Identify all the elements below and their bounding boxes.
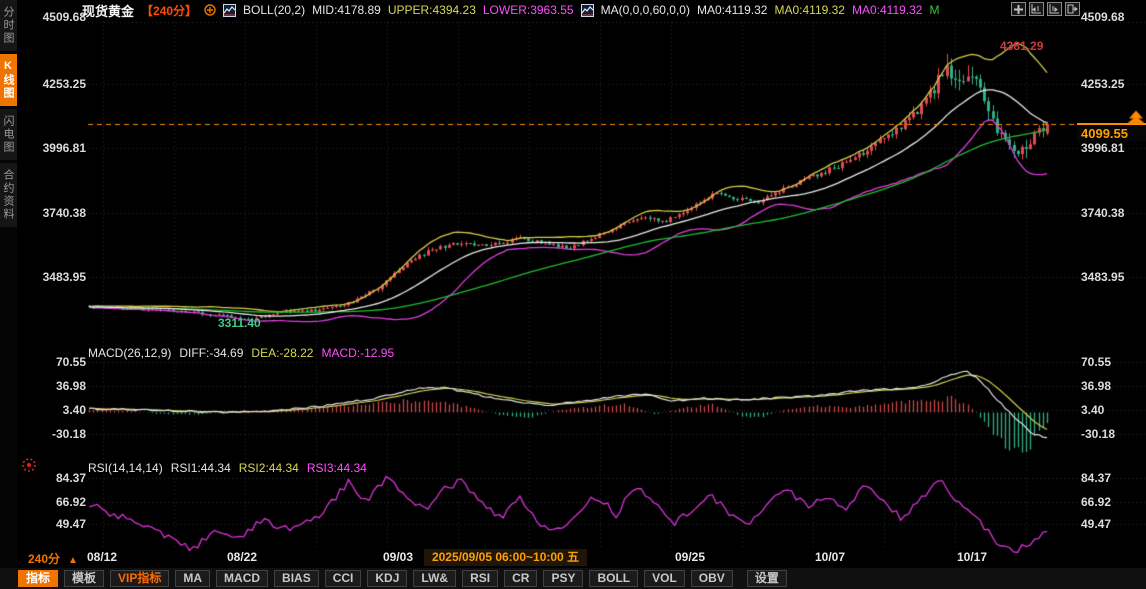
- toolbar-button-5[interactable]: BIAS: [274, 570, 319, 587]
- macd-ytick-left-2: 3.40: [24, 403, 86, 417]
- scroll-chart-right-icon[interactable]: [1047, 2, 1062, 16]
- ma-chart-icon[interactable]: [581, 4, 594, 17]
- bottom-toolbar: 指标模板 VIP指标 MA MACD BIAS CCI KDJ LW&RSI CR PSY BOLL…: [0, 568, 1146, 589]
- period-low-label: 3311.40: [218, 316, 261, 330]
- period-high-label: 4381.29: [1000, 39, 1043, 53]
- x-axis-date-3: 09/25: [675, 550, 705, 564]
- rsi2-value: RSI2:44.34: [239, 461, 299, 475]
- boll-mid-value: MID:4178.89: [312, 3, 381, 17]
- toolbar-button-7[interactable]: KDJ: [367, 570, 407, 587]
- rsi1-value: RSI1:44.34: [171, 461, 231, 475]
- rsi3-value: RSI3:44.34: [307, 461, 367, 475]
- indicator-header: 现货黄金 【240分】 BOLL(20,2) MID:4178.89 UPPER…: [82, 2, 939, 18]
- period-label[interactable]: 【240分】: [141, 2, 197, 19]
- boll-params: BOLL(20,2): [243, 3, 305, 17]
- toolbar-button-2[interactable]: VIP指标: [110, 570, 169, 587]
- toolbar-button-8[interactable]: LW&: [413, 570, 456, 587]
- cursor-date-badge: 2025/09/05 06:00~10:00 五: [424, 549, 587, 566]
- macd-ytick-left-0: 70.55: [24, 355, 86, 369]
- toolbar-button-11[interactable]: PSY: [543, 570, 583, 587]
- last-price-value: 4099.55: [1081, 126, 1128, 141]
- toolbar-button-0[interactable]: 指标: [18, 570, 58, 587]
- macd-ytick-right-3: -30.18: [1081, 427, 1115, 441]
- crosshair-target-icon[interactable]: [21, 457, 37, 473]
- rsi-ytick-left-2: 49.47: [24, 517, 86, 531]
- period-status-label: 240分: [28, 552, 60, 566]
- macd-hist-value: MACD:-12.95: [321, 346, 394, 360]
- scroll-chart-left-icon[interactable]: [1029, 2, 1044, 16]
- last-price-badge: 4099.55: [1077, 123, 1146, 141]
- macd-ytick-right-2: 3.40: [1081, 403, 1104, 417]
- boll-lower-value: LOWER:3963.55: [483, 3, 574, 17]
- x-axis-date-0: 08/12: [87, 550, 117, 564]
- main-ytick-left-3: 3740.38: [24, 206, 86, 220]
- period-up-triangle-icon: ▲: [68, 555, 78, 566]
- symbol-name: 现货黄金: [82, 1, 134, 20]
- macd-ytick-left-3: -30.18: [24, 427, 86, 441]
- x-axis-row: 2025/09/05 06:00~10:00 五 08/12 08/22 09/03…: [0, 549, 1146, 567]
- main-ytick-left-2: 3996.81: [24, 141, 86, 155]
- left-tab-sidebar: 分时图 K线图闪电图合约资料: [0, 0, 17, 568]
- macd-dea-value: DEA:-28.22: [251, 346, 313, 360]
- x-axis-date-1: 08/22: [227, 550, 257, 564]
- sidebar-tab-2[interactable]: 闪电图: [0, 109, 17, 160]
- rsi-ytick-right-1: 66.92: [1081, 495, 1111, 509]
- main-ytick-left-4: 3483.95: [24, 270, 86, 284]
- toolbar-button-13[interactable]: VOL: [644, 570, 685, 587]
- main-ytick-right-3: 3740.38: [1081, 206, 1124, 220]
- page-forward-icon[interactable]: [1065, 2, 1080, 16]
- x-axis-date-2: 09/03: [383, 550, 413, 564]
- macd-ytick-left-1: 36.98: [24, 379, 86, 393]
- rsi-ytick-left-1: 66.92: [24, 495, 86, 509]
- rsi-ytick-right-2: 49.47: [1081, 517, 1111, 531]
- rsi-params[interactable]: RSI(14,14,14): [88, 461, 163, 475]
- main-ytick-left-1: 4253.25: [24, 77, 86, 91]
- x-axis-date-5: 10/17: [957, 550, 987, 564]
- main-ytick-left-0: 4509.68: [24, 10, 86, 24]
- toolbar-button-4[interactable]: MACD: [216, 570, 268, 587]
- toolbar-button-9[interactable]: RSI: [462, 570, 498, 587]
- main-ytick-right-1: 4253.25: [1081, 77, 1124, 91]
- rsi-ytick-right-0: 84.37: [1081, 471, 1111, 485]
- add-indicator-icon[interactable]: [204, 4, 216, 16]
- ma-value-2: MA0:4119.32: [774, 3, 845, 17]
- toolbar-button-12[interactable]: BOLL: [589, 570, 638, 587]
- macd-ytick-right-1: 36.98: [1081, 379, 1111, 393]
- toolbar-button-10[interactable]: CR: [504, 570, 537, 587]
- boll-chart-icon[interactable]: [223, 4, 236, 17]
- main-ytick-right-0: 4509.68: [1081, 10, 1124, 24]
- toolbar-button-6[interactable]: CCI: [325, 570, 362, 587]
- toolbar-button-15[interactable]: 设置: [747, 570, 787, 587]
- sidebar-tab-3[interactable]: 合约资料: [0, 163, 17, 227]
- sidebar-tab-1[interactable]: K线图: [0, 54, 17, 106]
- toolbar-button-14[interactable]: OBV: [691, 570, 733, 587]
- macd-header: MACD(26,12,9) DIFF:-34.69 DEA:-28.22 MAC…: [88, 346, 394, 360]
- main-ytick-right-4: 3483.95: [1081, 270, 1124, 284]
- sidebar-tab-0[interactable]: 分时图: [0, 0, 17, 51]
- period-status[interactable]: 240分 ▲: [28, 550, 78, 567]
- main-ytick-right-2: 3996.81: [1081, 141, 1124, 155]
- chart-canvas[interactable]: [0, 0, 1146, 589]
- macd-ytick-right-0: 70.55: [1081, 355, 1111, 369]
- rsi-ytick-left-0: 84.37: [24, 471, 86, 485]
- compress-view-icon[interactable]: [1011, 2, 1026, 16]
- ma-params: MA(0,0,0,60,0,0): [601, 3, 690, 17]
- toolbar-button-3[interactable]: MA: [175, 570, 210, 587]
- toolbar-button-1[interactable]: 模板: [64, 570, 104, 587]
- ma-value-3: MA0:4119.32: [852, 3, 923, 17]
- x-axis-date-4: 10/07: [815, 550, 845, 564]
- boll-upper-value: UPPER:4394.23: [388, 3, 476, 17]
- app-window: 分时图 K线图闪电图合约资料 现货黄金 【240分】 BOLL(20,2) MID…: [0, 0, 1146, 589]
- ma-value-4: M: [929, 3, 939, 17]
- macd-diff-value: DIFF:-34.69: [179, 346, 243, 360]
- macd-params[interactable]: MACD(26,12,9): [88, 346, 171, 360]
- rsi-header: RSI(14,14,14) RSI1:44.34 RSI2:44.34 RSI3…: [88, 461, 367, 475]
- ma-value-1: MA0:4119.32: [697, 3, 768, 17]
- window-buttons: [1011, 2, 1080, 16]
